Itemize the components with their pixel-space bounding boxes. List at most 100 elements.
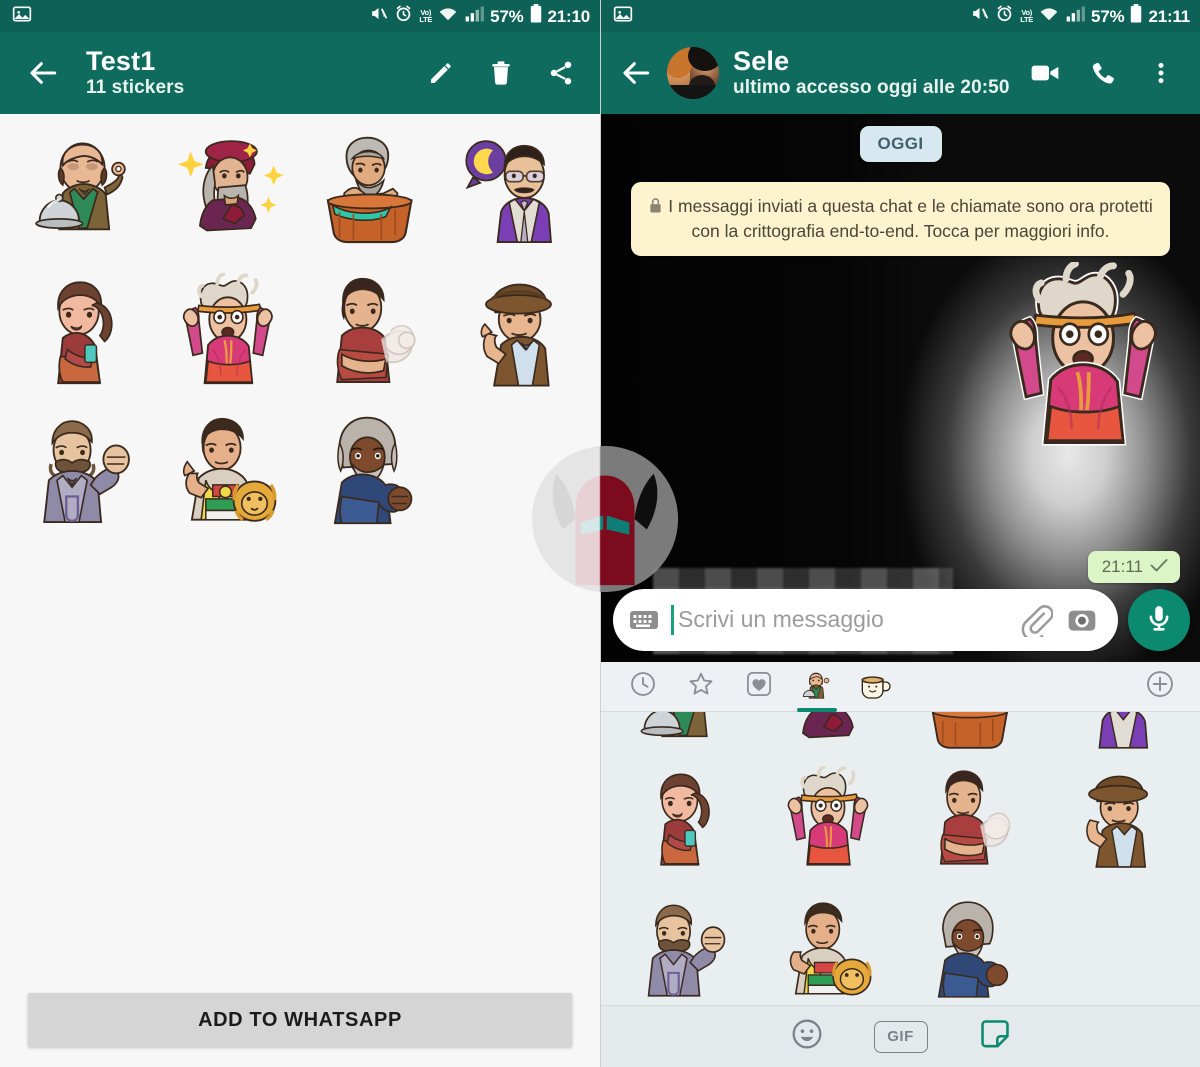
sticker-item[interactable] bbox=[14, 266, 157, 396]
sticker-pack-toolbar: Test1 11 stickers bbox=[0, 32, 600, 114]
message-input[interactable]: Scrivi un messaggio bbox=[678, 608, 1010, 633]
contact-status: ultimo accesso oggi alle 20:50 bbox=[733, 76, 1010, 98]
pack-test1-tab[interactable] bbox=[793, 662, 841, 712]
add-sticker-pack-button[interactable] bbox=[1138, 662, 1182, 712]
favorites-tab[interactable] bbox=[735, 662, 783, 712]
sticker-item[interactable] bbox=[14, 126, 157, 256]
battery-icon bbox=[530, 4, 542, 28]
video-call-icon[interactable] bbox=[1028, 56, 1062, 90]
leonardo-da-vinci-icon bbox=[177, 140, 284, 232]
sad-woman-icon bbox=[660, 773, 711, 866]
heart-icon bbox=[745, 670, 773, 703]
star-icon bbox=[687, 670, 715, 703]
gif-tab[interactable]: GIF bbox=[872, 1014, 930, 1060]
status-bar-left: Vo) LTE 57% 21:10 bbox=[0, 0, 600, 32]
microphone-icon bbox=[1144, 603, 1174, 638]
encryption-text: I messaggi inviati a questa chat e le ch… bbox=[668, 196, 1153, 242]
contact-titles[interactable]: Sele ultimo accesso oggi alle 20:50 bbox=[733, 46, 1010, 99]
timestamp-text: 21:11 bbox=[1101, 557, 1143, 576]
add-to-whatsapp-button[interactable]: ADD TO WHATSAPP bbox=[28, 993, 572, 1047]
muscle-arm-man-icon bbox=[939, 770, 1011, 865]
sticker-item[interactable] bbox=[901, 754, 1044, 882]
muscle-arm-man-icon bbox=[335, 277, 416, 383]
sticker-item[interactable] bbox=[443, 266, 586, 396]
leonardo-da-vinci-icon bbox=[802, 712, 854, 739]
archimedes-bathtub-icon bbox=[931, 712, 1008, 749]
sticker-item[interactable] bbox=[157, 406, 300, 536]
sticker-message[interactable] bbox=[990, 260, 1180, 452]
wifi-icon bbox=[438, 5, 458, 28]
battery-percent: 57% bbox=[1091, 6, 1125, 26]
sticker-item[interactable] bbox=[615, 712, 758, 754]
sticker-item[interactable] bbox=[901, 886, 1044, 1014]
sticker-item[interactable] bbox=[615, 886, 758, 1014]
sticker-item[interactable] bbox=[14, 406, 157, 536]
gif-icon: GIF bbox=[873, 1020, 928, 1053]
sticker-item[interactable] bbox=[300, 406, 443, 536]
sticker-item[interactable] bbox=[615, 754, 758, 882]
sticker-tab[interactable] bbox=[972, 1014, 1018, 1060]
shocked-einstein-icon bbox=[787, 766, 869, 866]
archimedes-bathtub-icon bbox=[326, 136, 413, 244]
edit-icon[interactable] bbox=[424, 56, 458, 90]
sticker-item[interactable] bbox=[443, 126, 586, 256]
sticker-item[interactable] bbox=[1043, 754, 1186, 882]
nietzsche-fist-icon bbox=[648, 904, 726, 997]
message-timestamp: 21:11 bbox=[1087, 551, 1180, 583]
add-to-whatsapp-container: ADD TO WHATSAPP bbox=[0, 993, 600, 1047]
starred-tab[interactable] bbox=[677, 662, 725, 712]
pack-cuppy-tab[interactable] bbox=[851, 662, 899, 712]
sticker-item[interactable] bbox=[758, 754, 901, 882]
paperclip-icon[interactable] bbox=[1016, 600, 1056, 640]
sticker-panel-grid bbox=[601, 754, 1200, 1014]
toolbar-actions bbox=[424, 56, 584, 90]
chef-bald-man-icon bbox=[640, 712, 709, 738]
battery-percent: 57% bbox=[490, 6, 524, 26]
sticker-item[interactable] bbox=[157, 126, 300, 256]
emoji-tab[interactable] bbox=[784, 1014, 830, 1060]
frederick-douglass-icon bbox=[937, 901, 1009, 998]
nietzsche-fist-icon bbox=[42, 420, 130, 523]
camera-icon[interactable] bbox=[1062, 600, 1102, 640]
alarm-icon bbox=[995, 4, 1014, 28]
sticker-pack-icon bbox=[802, 672, 830, 699]
alarm-icon bbox=[394, 4, 413, 28]
gallery-icon bbox=[12, 4, 32, 29]
shocked-einstein-icon bbox=[182, 273, 273, 385]
sticker-item[interactable] bbox=[901, 712, 1044, 754]
moon-thinker-icon bbox=[1098, 712, 1148, 749]
message-input-container[interactable]: Scrivi un messaggio bbox=[613, 589, 1118, 651]
detective-hat-man-icon bbox=[480, 283, 552, 387]
napoleon-lion-icon bbox=[789, 902, 872, 996]
overflow-menu-icon[interactable] bbox=[1144, 56, 1178, 90]
sticker-item[interactable] bbox=[1043, 712, 1186, 754]
back-arrow-icon[interactable] bbox=[615, 51, 659, 95]
dual-screenshot: Vo) LTE 57% 21:10 Test1 11 stickers ADD … bbox=[0, 0, 1200, 1067]
signal-icon bbox=[464, 5, 485, 28]
sticker-item[interactable] bbox=[157, 266, 300, 396]
sticker-item[interactable] bbox=[300, 126, 443, 256]
shocked-einstein-icon bbox=[1009, 260, 1157, 446]
encryption-notice[interactable]: I messaggi inviati a questa chat e le ch… bbox=[631, 182, 1170, 257]
keyboard-icon[interactable] bbox=[627, 603, 661, 637]
mute-icon bbox=[369, 4, 388, 28]
status-bar-right: Vo) LTE 57% 21:11 bbox=[601, 0, 1200, 32]
voice-call-icon[interactable] bbox=[1086, 56, 1120, 90]
sticker-panel-row-partial bbox=[601, 712, 1200, 754]
message-input-row: Scrivi un messaggio bbox=[601, 582, 1200, 658]
voice-record-button[interactable] bbox=[1128, 589, 1190, 651]
page-title: Test1 bbox=[86, 46, 156, 77]
back-arrow-icon[interactable] bbox=[22, 51, 66, 95]
delete-icon[interactable] bbox=[484, 56, 518, 90]
share-icon[interactable] bbox=[544, 56, 578, 90]
input-mode-nav: GIF bbox=[601, 1005, 1200, 1067]
whatsapp-chat-screen: Vo) LTE 57% 21:11 Sele ultimo accesso og… bbox=[600, 0, 1200, 1067]
recent-tab[interactable] bbox=[619, 662, 667, 712]
sticker-item[interactable] bbox=[758, 886, 901, 1014]
avatar[interactable] bbox=[667, 47, 719, 99]
detective-hat-man-icon bbox=[1085, 775, 1148, 868]
clock-icon bbox=[629, 670, 657, 703]
sticker-item[interactable] bbox=[758, 712, 901, 754]
sticker-item[interactable] bbox=[300, 266, 443, 396]
gif-label: GIF bbox=[887, 1028, 914, 1045]
